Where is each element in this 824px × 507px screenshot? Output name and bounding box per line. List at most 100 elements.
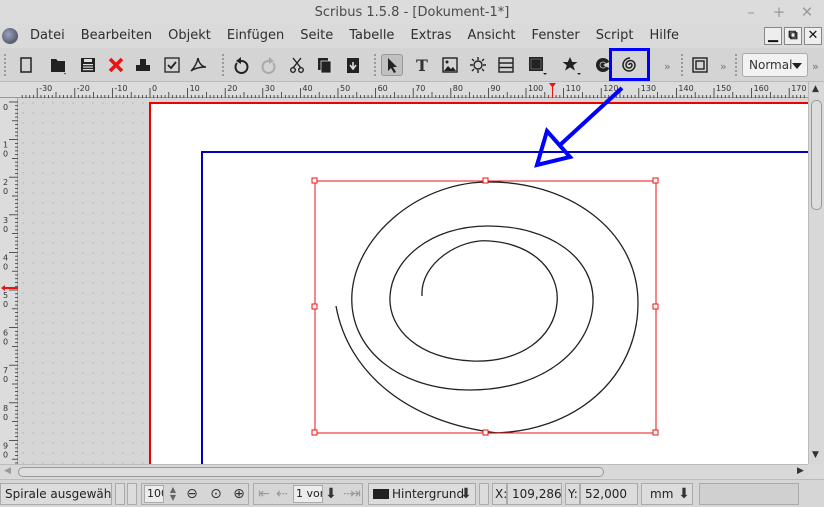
resize-handle-n[interactable] (482, 177, 489, 184)
chevron-down-icon (792, 63, 802, 69)
image-frame-button[interactable] (439, 54, 461, 76)
close-document-button[interactable] (105, 54, 127, 76)
toolbar-overflow-button[interactable]: » (664, 60, 671, 73)
shape-button[interactable] (526, 54, 548, 76)
new-document-icon (20, 57, 32, 73)
ruler-label: 100 (528, 84, 543, 93)
print-button[interactable] (132, 54, 154, 76)
zoom-stepper[interactable]: ▲ ▼ (165, 486, 181, 502)
ruler-label: -10 (114, 84, 127, 93)
toolbar-overflow-button[interactable]: » (812, 60, 819, 73)
menu-extras[interactable]: Extras (402, 28, 459, 43)
previous-page-icon[interactable]: ⇠ (274, 486, 290, 502)
horizontal-ruler[interactable]: -30 -20 -10 0 10 20 30 40 50 60 70 80 90 100 110 120 130… (0, 82, 808, 98)
spiral-shape[interactable] (351, 181, 639, 434)
ruler-label: 160 (754, 84, 769, 93)
menu-objekt[interactable]: Objekt (160, 28, 219, 43)
cut-button[interactable] (286, 54, 308, 76)
copy-button[interactable] (314, 54, 336, 76)
render-icon (470, 57, 486, 73)
zoom-input[interactable]: 100 (144, 485, 164, 503)
ruler-label: 130 (641, 84, 656, 93)
open-button[interactable] (47, 54, 69, 76)
undo-button[interactable] (230, 54, 252, 76)
preflight-button[interactable] (161, 54, 183, 76)
page-number-input[interactable]: 1 von (293, 485, 323, 503)
menu-datei[interactable]: Datei (22, 28, 73, 43)
scroll-up-arrow-icon[interactable]: ▲ (812, 84, 819, 94)
mdi-minimize-button[interactable]: ▁ (764, 27, 782, 45)
folder-icon (51, 59, 66, 75)
edit-mode-select[interactable]: Normal (742, 53, 808, 77)
vertical-scrollbar[interactable]: ▲ ▼ (808, 82, 824, 464)
resize-handle-se[interactable] (652, 429, 659, 436)
maximize-window-button[interactable]: + (772, 3, 786, 21)
edit-mode-value: Normal (749, 58, 793, 72)
cursor-position-marker (549, 83, 556, 98)
menu-einfuegen[interactable]: Einfügen (219, 28, 292, 43)
scroll-down-arrow-icon[interactable]: ▼ (812, 450, 819, 460)
page-dropdown-arrow-icon[interactable]: ⬇ (323, 486, 339, 502)
minimize-window-button[interactable]: – (744, 3, 758, 21)
resize-handle-s[interactable] (482, 429, 489, 436)
ruler-label: 140 (678, 84, 693, 93)
new-document-button[interactable] (15, 54, 37, 76)
select-tool-button[interactable] (381, 54, 403, 76)
close-window-button[interactable]: ✕ (800, 3, 814, 21)
resize-handle-e[interactable] (652, 303, 659, 310)
first-page-icon[interactable]: ⇤ (256, 486, 272, 502)
zoom-in-icon[interactable]: ⊕ (231, 486, 247, 502)
menu-ansicht[interactable]: Ansicht (460, 28, 524, 43)
resize-handle-nw[interactable] (311, 177, 318, 184)
ruler-label: 170 (791, 84, 806, 93)
last-page-icon[interactable]: ⇥ (347, 486, 363, 502)
ruler-label: 0 (3, 150, 8, 159)
ruler-label: 110 (566, 84, 581, 93)
menu-seite[interactable]: Seite (292, 28, 341, 43)
polygon-button[interactable] (560, 54, 582, 76)
mdi-restore-button[interactable]: ⧉ (784, 27, 802, 45)
table-button[interactable] (495, 54, 517, 76)
ruler-label: 5 (3, 291, 8, 300)
resize-handle-w[interactable] (311, 303, 318, 310)
spiral-tail[interactable] (335, 305, 499, 434)
text-frame-button[interactable]: T (411, 54, 433, 76)
horizontal-scrollbar[interactable]: ◀ ▶ (0, 464, 808, 478)
ruler-label: 80 (453, 84, 463, 93)
menu-script[interactable]: Script (588, 28, 642, 43)
document-canvas[interactable] (18, 98, 808, 464)
menu-bearbeiten[interactable]: Bearbeiten (73, 28, 160, 43)
toolbar-overflow-button[interactable]: » (720, 60, 727, 73)
scribus-logo-icon (2, 28, 18, 44)
scroll-right-arrow-icon[interactable]: ▶ (797, 466, 804, 476)
ruler-label: 90 (490, 84, 500, 93)
layer-dropdown-arrow-icon[interactable]: ⬇ (458, 486, 474, 502)
menu-tabelle[interactable]: Tabelle (341, 28, 402, 43)
redo-button[interactable] (258, 54, 280, 76)
vertical-ruler[interactable]: 0102030405060708090 (0, 98, 18, 464)
frame-icon (692, 57, 708, 73)
vertical-scroll-thumb[interactable] (811, 100, 822, 210)
menu-fenster[interactable]: Fenster (524, 28, 588, 43)
mdi-close-button[interactable]: ✕ (804, 27, 822, 45)
resize-handle-sw[interactable] (311, 429, 318, 436)
spiral-tool-annotation-box (609, 48, 650, 81)
toolbar-grip[interactable] (4, 54, 6, 76)
unit-dropdown-arrow-icon[interactable]: ⬇ (676, 486, 692, 502)
layer-name: Hintergrund (392, 487, 465, 501)
save-button[interactable] (77, 54, 99, 76)
ruler-label: 0 (3, 262, 8, 271)
zoom-out-icon[interactable]: ⊖ (184, 486, 200, 502)
horizontal-scroll-thumb[interactable] (18, 467, 604, 477)
render-frame-button[interactable] (467, 54, 489, 76)
export-pdf-button[interactable] (187, 54, 209, 76)
paste-button[interactable] (342, 54, 364, 76)
resize-handle-ne[interactable] (652, 177, 659, 184)
star-icon (562, 57, 581, 75)
pdf-tools-button[interactable] (689, 54, 711, 76)
scroll-left-arrow-icon[interactable]: ◀ (4, 466, 11, 476)
menu-hilfe[interactable]: Hilfe (641, 28, 687, 43)
toolbar-separator (374, 54, 376, 76)
ruler-label: 0 (3, 300, 8, 309)
zoom-reset-icon[interactable]: ⊙ (208, 486, 224, 502)
